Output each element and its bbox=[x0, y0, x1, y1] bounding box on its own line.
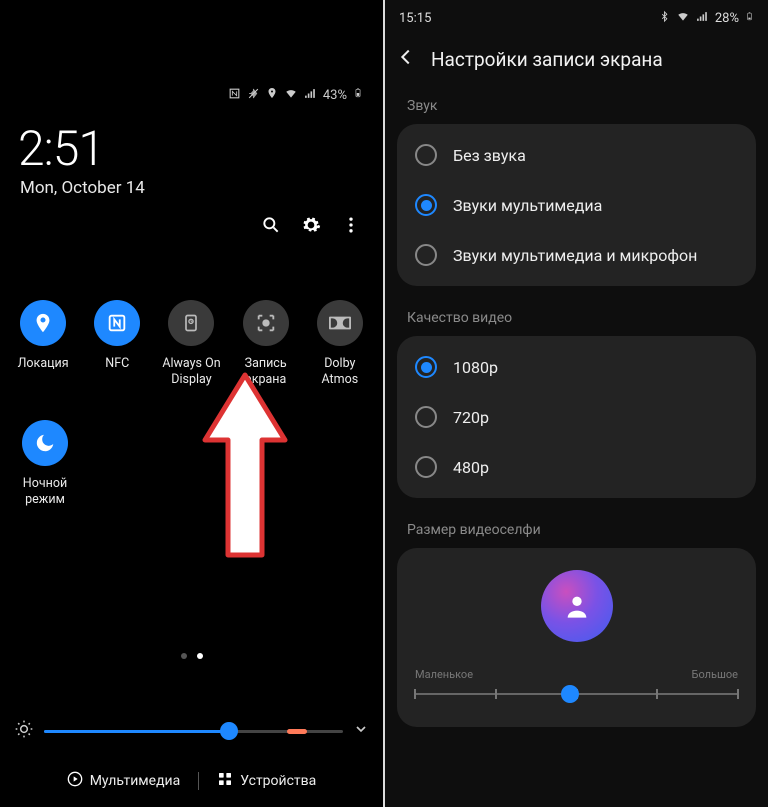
moon-icon bbox=[22, 420, 68, 466]
tile-dolby[interactable]: Dolby Atmos bbox=[305, 300, 375, 387]
grid-icon bbox=[217, 771, 233, 791]
brightness-auto-marker bbox=[287, 729, 307, 734]
tab-devices[interactable]: Устройства bbox=[217, 771, 316, 791]
mute-icon bbox=[247, 87, 260, 104]
brightness-track[interactable] bbox=[44, 730, 343, 733]
sound-options: Без звука Звуки мультимедиа Звуки мульти… bbox=[397, 124, 756, 286]
panel-actions bbox=[261, 215, 361, 239]
page-indicator bbox=[181, 653, 203, 659]
clock-time: 2:51 bbox=[18, 120, 104, 177]
tile-nfc[interactable]: NFC bbox=[82, 300, 152, 387]
tile-label: Локация bbox=[18, 356, 69, 372]
clock-date: Mon, October 14 bbox=[20, 178, 145, 198]
brightness-thumb[interactable] bbox=[220, 722, 238, 740]
nfc-icon bbox=[94, 300, 140, 346]
status-time: 15:15 bbox=[399, 11, 431, 26]
radio-icon bbox=[415, 244, 437, 266]
tile-night-mode[interactable]: Ночной режим bbox=[10, 420, 80, 507]
separator bbox=[198, 772, 199, 790]
aod-icon bbox=[168, 300, 214, 346]
signal-icon bbox=[304, 87, 317, 104]
radio-media-sounds[interactable]: Звуки мультимедиа bbox=[397, 180, 756, 230]
radio-480p[interactable]: 480p bbox=[397, 442, 756, 492]
bottom-tabs: Мультимедиа Устройства bbox=[0, 771, 383, 791]
radio-media-and-mic[interactable]: Звуки мультимедиа и микрофон bbox=[397, 230, 756, 280]
selfie-size-slider[interactable] bbox=[415, 687, 738, 701]
radio-label: 1080p bbox=[453, 358, 498, 377]
dolby-icon bbox=[317, 300, 363, 346]
location-icon bbox=[20, 300, 66, 346]
radio-label: Звуки мультимедиа bbox=[453, 196, 602, 215]
radio-720p[interactable]: 720p bbox=[397, 392, 756, 442]
wifi-icon bbox=[676, 9, 690, 27]
radio-label: 720p bbox=[453, 408, 489, 427]
slider-tick bbox=[414, 689, 416, 699]
battery-percent: 28% bbox=[715, 11, 739, 26]
wifi-icon bbox=[284, 86, 298, 104]
nfc-icon bbox=[228, 87, 241, 104]
search-icon[interactable] bbox=[261, 215, 281, 239]
page-title: Настройки записи экрана bbox=[431, 48, 663, 71]
slider-tick bbox=[656, 689, 658, 699]
tile-location[interactable]: Локация bbox=[8, 300, 78, 387]
radio-icon bbox=[415, 356, 437, 378]
gear-icon[interactable] bbox=[301, 215, 321, 239]
section-label-quality: Качество видео bbox=[385, 304, 768, 332]
tile-aod[interactable]: Always On Display bbox=[156, 300, 226, 387]
quick-tiles-row-1: Локация NFC Always On Display Запись экр… bbox=[0, 300, 383, 387]
battery-icon bbox=[745, 10, 754, 27]
slider-labels: Маленькое Большое bbox=[415, 668, 738, 681]
signal-icon bbox=[696, 10, 709, 27]
tile-label: Запись экрана bbox=[231, 356, 301, 387]
more-icon[interactable] bbox=[341, 215, 361, 239]
radio-icon bbox=[415, 456, 437, 478]
play-icon bbox=[67, 771, 83, 791]
app-bar: Настройки записи экрана bbox=[385, 30, 768, 92]
brightness-fill bbox=[44, 730, 229, 733]
tab-label: Устройства bbox=[240, 773, 316, 789]
page-dot bbox=[181, 653, 187, 659]
status-bar: 43% bbox=[228, 86, 363, 104]
slider-tick bbox=[495, 689, 497, 699]
screen-record-icon bbox=[243, 300, 289, 346]
selfie-size-card: Маленькое Большое bbox=[397, 548, 756, 727]
radio-icon bbox=[415, 194, 437, 216]
slider-tick bbox=[737, 689, 739, 699]
brightness-slider[interactable] bbox=[14, 719, 369, 743]
tile-label: Ночной режим bbox=[10, 476, 80, 507]
quality-options: 1080p 720p 480p bbox=[397, 336, 756, 498]
slider-thumb[interactable] bbox=[561, 685, 579, 703]
annotation-arrow bbox=[190, 370, 300, 560]
selfie-preview bbox=[541, 570, 613, 642]
radio-label: 480p bbox=[453, 458, 489, 477]
quick-settings-panel: 43% 2:51 Mon, October 14 Локация NFC bbox=[0, 0, 385, 807]
tile-label: Always On Display bbox=[156, 356, 226, 387]
brightness-icon bbox=[14, 719, 34, 743]
tab-label: Мультимедиа bbox=[90, 773, 181, 789]
page-dot-active bbox=[197, 653, 203, 659]
slider-max-label: Большое bbox=[692, 668, 738, 681]
radio-icon bbox=[415, 406, 437, 428]
status-bar: 15:15 28% bbox=[385, 0, 768, 30]
section-label-selfie: Размер видеоселфи bbox=[385, 516, 768, 544]
battery-percent: 43% bbox=[323, 88, 347, 103]
tile-label: Dolby Atmos bbox=[305, 356, 375, 387]
radio-icon bbox=[415, 144, 437, 166]
screen-recorder-settings: 15:15 28% Настройки записи экрана Звук bbox=[385, 0, 768, 807]
location-icon bbox=[266, 87, 278, 103]
tile-screen-record[interactable]: Запись экрана bbox=[231, 300, 301, 387]
tile-label: NFC bbox=[105, 356, 129, 372]
slider-min-label: Маленькое bbox=[415, 668, 473, 681]
chevron-down-icon[interactable] bbox=[353, 721, 369, 741]
tab-multimedia[interactable]: Мультимедиа bbox=[67, 771, 181, 791]
radio-label: Звуки мультимедиа и микрофон bbox=[453, 246, 697, 265]
section-label-sound: Звук bbox=[385, 92, 768, 120]
battery-icon bbox=[353, 86, 363, 104]
quick-tiles-row-2: Ночной режим bbox=[0, 420, 90, 507]
radio-label: Без звука bbox=[453, 146, 526, 165]
back-icon[interactable] bbox=[395, 46, 417, 72]
radio-no-sound[interactable]: Без звука bbox=[397, 130, 756, 180]
bluetooth-icon bbox=[659, 10, 670, 27]
radio-1080p[interactable]: 1080p bbox=[397, 342, 756, 392]
